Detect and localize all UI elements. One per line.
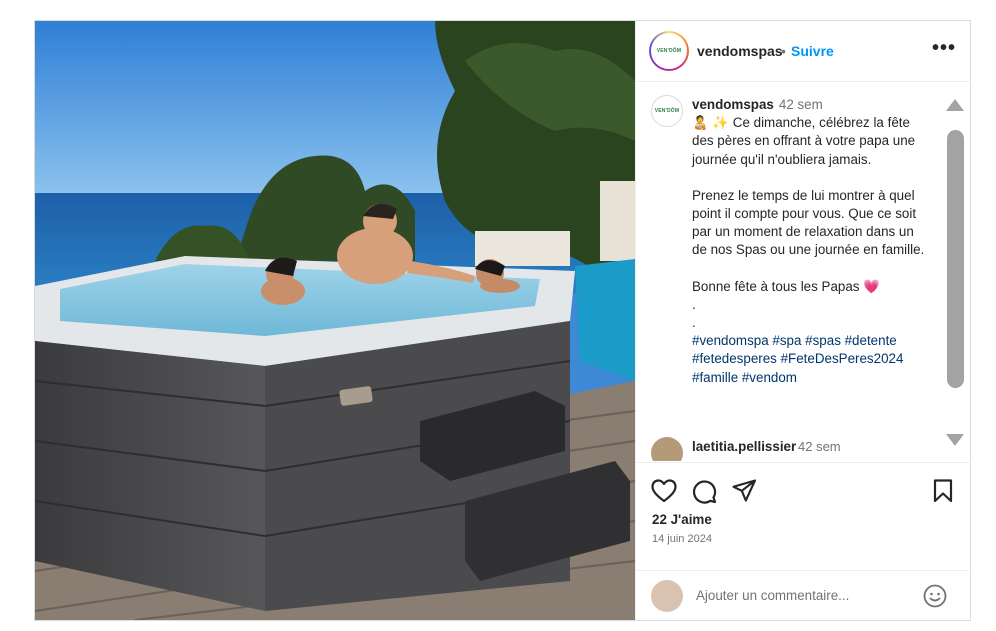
comment-avatar[interactable] (651, 437, 683, 461)
separator-dot: • (781, 43, 786, 59)
comment-username[interactable]: laetitia.pellissier (692, 439, 796, 454)
comments-panel[interactable]: VEN'DÔM vendomspas 42 sem 🧑‍🍼 ✨ Ce dimanc… (636, 83, 971, 461)
caption-dot-1: . (692, 296, 696, 312)
post-sidebar: VEN'DÔM vendomspas • Suivre ••• VEN'DÔM … (635, 21, 971, 620)
caption-logo-text: VEN'DÔM (654, 108, 680, 114)
share-icon[interactable] (732, 479, 757, 508)
caption-time: 42 sem (778, 97, 823, 112)
more-icon[interactable]: ••• (932, 37, 956, 60)
follow-button[interactable]: Suivre (791, 43, 834, 59)
bookmark-icon[interactable] (933, 479, 953, 508)
logo-text: VEN'DÔM (656, 48, 682, 54)
likes-count[interactable]: 22 J'aime (652, 512, 712, 527)
post-modal: VEN'DÔM vendomspas • Suivre ••• VEN'DÔM … (34, 20, 971, 621)
comment-input[interactable] (696, 583, 916, 607)
user-avatar[interactable] (651, 580, 683, 612)
caption-line-1: 🧑‍🍼 ✨ Ce dimanche, célébrez la fête des … (692, 115, 916, 167)
caption-line-2: Prenez le temps de lui montrer à quel po… (692, 187, 925, 258)
caption-avatar[interactable]: VEN'DÔM (651, 95, 683, 127)
caption-hashtags[interactable]: #vendomspa #spa #spas #detente #fetedesp… (692, 332, 932, 387)
add-comment-bar (636, 570, 971, 621)
action-bar: 22 J'aime 14 juin 2024 (636, 462, 971, 620)
scrollbar-thumb[interactable] (947, 130, 964, 388)
heart-icon[interactable] (651, 479, 677, 508)
scroll-up-arrow[interactable] (946, 99, 964, 111)
comment-icon[interactable] (692, 479, 717, 509)
caption-username[interactable]: vendomspas (692, 97, 774, 112)
caption: vendomspas 42 sem 🧑‍🍼 ✨ Ce dimanche, célé… (692, 96, 932, 387)
hot-tub-photo (35, 21, 635, 620)
emoji-icon[interactable] (923, 584, 947, 613)
caption-dot-2: . (692, 315, 696, 331)
post-date[interactable]: 14 juin 2024 (652, 533, 712, 545)
logo: VEN'DÔM (651, 33, 687, 69)
post-header: VEN'DÔM vendomspas • Suivre ••• (636, 21, 971, 82)
header-username[interactable]: vendomspas (697, 43, 783, 59)
scroll-down-arrow[interactable] (946, 434, 964, 446)
caption-line-3: Bonne fête à tous les Papas 💗 (692, 278, 880, 294)
comment-time: 42 sem (798, 439, 841, 454)
profile-avatar[interactable]: VEN'DÔM (649, 31, 689, 71)
post-image[interactable] (35, 21, 635, 620)
